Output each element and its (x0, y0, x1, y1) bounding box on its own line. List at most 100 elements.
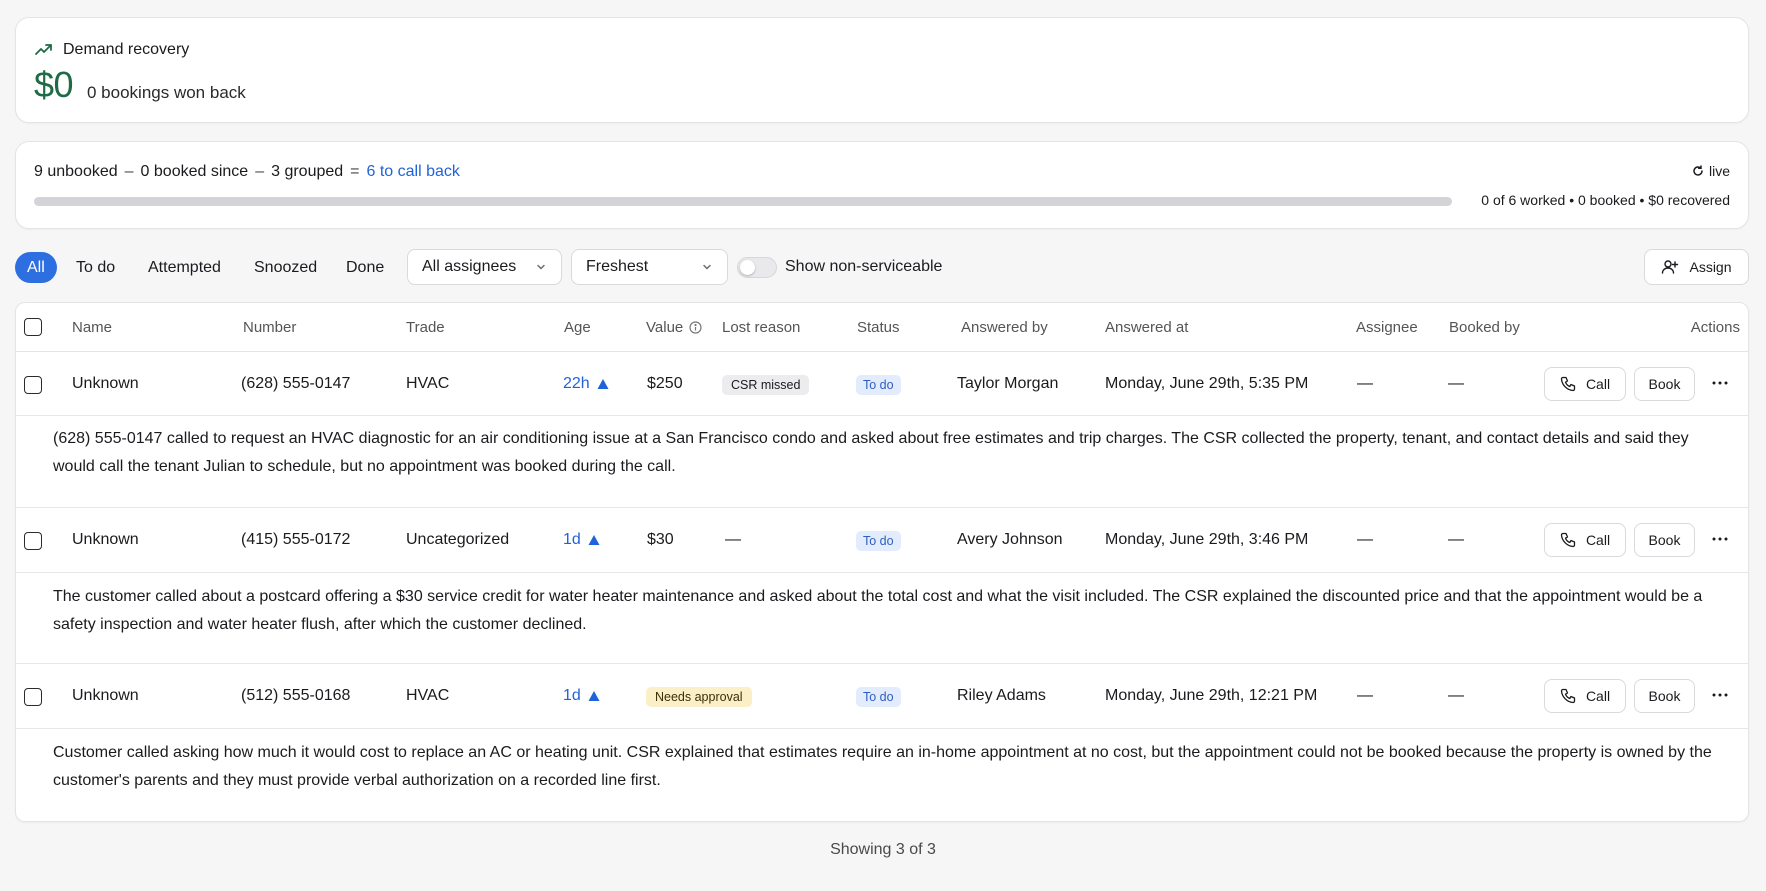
row-name: Unknown (72, 375, 139, 392)
row-age: 1d (563, 687, 600, 705)
call-button[interactable]: Call (1544, 679, 1626, 713)
unbooked-count: 9 unbooked (34, 163, 118, 180)
row-answered-at: Monday, June 29th, 12:21 PM (1105, 687, 1318, 704)
worked-progress-bar (34, 197, 1452, 206)
assign-label: Assign (1689, 259, 1732, 275)
row-age: 1d (563, 531, 600, 549)
row-checkbox[interactable] (24, 688, 42, 706)
status-badge: To do (856, 375, 901, 395)
row-assignee: — (1357, 687, 1373, 704)
recovered-amount: $0 (34, 64, 74, 105)
row-number[interactable]: (512) 555-0168 (241, 687, 350, 705)
booked-since-count: 0 booked since (140, 163, 249, 180)
tab-to-do[interactable]: To do (61, 252, 130, 283)
call-button[interactable]: Call (1544, 367, 1626, 401)
column-header-trade[interactable]: Trade (406, 319, 445, 336)
lost-reason-badge: CSR missed (722, 375, 810, 395)
to-call-back-link[interactable]: 6 to call back (367, 163, 460, 181)
row-divider (16, 572, 1748, 573)
callback-summary-card: 9 unbooked – 0 booked since – 3 grouped … (15, 141, 1749, 229)
chevron-down-icon (537, 264, 545, 270)
column-header-value[interactable]: Value (646, 319, 702, 336)
more-horizontal-icon (1712, 537, 1728, 541)
table-row[interactable]: Unknown (628) 555-0147 HVAC 22h $250 CSR… (16, 353, 1748, 419)
call-summary: The customer called about a postcard off… (53, 588, 1703, 633)
call-label: Call (1585, 688, 1611, 704)
tab-snoozed[interactable]: Snoozed (239, 252, 332, 283)
phone-icon (1560, 532, 1576, 548)
row-name: Unknown (72, 687, 139, 704)
row-assignee: — (1357, 531, 1373, 548)
assignee-select-value: All assignees (422, 258, 517, 275)
assignee-select[interactable]: All assignees (407, 249, 562, 285)
call-summary: Customer called asking how much it would… (53, 744, 1712, 789)
column-header-lost-reason[interactable]: Lost reason (722, 319, 800, 336)
row-answered-at: Monday, June 29th, 3:46 PM (1105, 531, 1309, 548)
column-header-actions: Actions (1690, 319, 1740, 336)
more-options-button[interactable] (1708, 529, 1732, 549)
more-options-button[interactable] (1708, 373, 1732, 393)
row-answered-by: Riley Adams (957, 687, 1046, 704)
row-divider (16, 507, 1748, 508)
filter-toolbar: All To do Attempted Snoozed Done All ass… (15, 248, 1749, 286)
table-header: Name Number Trade Age Value Lost reason … (16, 303, 1748, 352)
column-header-age[interactable]: Age (564, 319, 591, 336)
row-divider (16, 663, 1748, 664)
row-number[interactable]: (628) 555-0147 (241, 375, 350, 393)
row-divider (16, 415, 1748, 416)
status-badge: To do (856, 687, 901, 707)
column-header-value-label: Value (646, 319, 684, 336)
sort-select-value: Freshest (586, 258, 649, 275)
row-value: $30 (647, 531, 674, 548)
table-row[interactable]: Unknown (415) 555-0172 Uncategorized 1d … (16, 509, 1748, 575)
select-all-checkbox[interactable] (24, 318, 42, 336)
row-number[interactable]: (415) 555-0172 (241, 531, 350, 549)
call-button[interactable]: Call (1544, 523, 1626, 557)
row-checkbox[interactable] (24, 532, 42, 550)
row-booked-by: — (1448, 531, 1464, 548)
column-header-answered-at[interactable]: Answered at (1105, 319, 1188, 336)
column-header-assignee[interactable]: Assignee (1356, 319, 1418, 336)
tab-done[interactable]: Done (331, 252, 399, 283)
bookings-won-back: 0 bookings won back (87, 83, 246, 102)
row-trade: HVAC (406, 375, 450, 392)
more-options-button[interactable] (1708, 685, 1732, 705)
sort-select[interactable]: Freshest (571, 249, 728, 285)
call-label: Call (1585, 532, 1611, 548)
call-summary: (628) 555-0147 called to request an HVAC… (53, 430, 1689, 475)
demand-recovery-header: Demand recovery (34, 40, 189, 60)
row-booked-by: — (1448, 687, 1464, 704)
column-header-name[interactable]: Name (72, 319, 112, 336)
row-trade: Uncategorized (406, 531, 510, 548)
toggle-knob (740, 260, 755, 275)
row-booked-by: — (1448, 375, 1464, 392)
column-header-answered-by[interactable]: Answered by (961, 319, 1048, 336)
info-icon (689, 321, 702, 334)
column-header-booked-by[interactable]: Booked by (1449, 319, 1520, 336)
callback-formula: 9 unbooked – 0 booked since – 3 grouped … (34, 163, 460, 181)
row-answered-by: Taylor Morgan (957, 375, 1059, 392)
table-row[interactable]: Unknown (512) 555-0168 HVAC 1d Needs app… (16, 665, 1748, 731)
live-indicator: live (1692, 163, 1730, 179)
column-header-status[interactable]: Status (857, 319, 900, 336)
tab-all[interactable]: All (15, 252, 57, 283)
tab-attempted[interactable]: Attempted (133, 252, 236, 283)
triangle-up-icon (588, 691, 600, 701)
phone-icon (1560, 688, 1576, 704)
book-button[interactable]: Book (1634, 367, 1695, 401)
assign-button[interactable]: Assign (1644, 249, 1749, 285)
book-button[interactable]: Book (1634, 679, 1695, 713)
row-assignee: — (1357, 375, 1373, 392)
column-header-number[interactable]: Number (243, 319, 296, 336)
equals-sign: = (350, 163, 360, 180)
more-horizontal-icon (1712, 381, 1728, 385)
non-serviceable-toggle[interactable] (737, 257, 777, 278)
row-age-value: 1d (563, 687, 581, 704)
row-answered-by: Avery Johnson (957, 531, 1063, 548)
chevron-down-icon (703, 264, 711, 270)
row-age-value: 1d (563, 531, 581, 548)
row-age-value: 22h (563, 375, 590, 392)
row-checkbox[interactable] (24, 376, 42, 394)
book-button[interactable]: Book (1634, 523, 1695, 557)
add-user-icon (1662, 260, 1679, 274)
